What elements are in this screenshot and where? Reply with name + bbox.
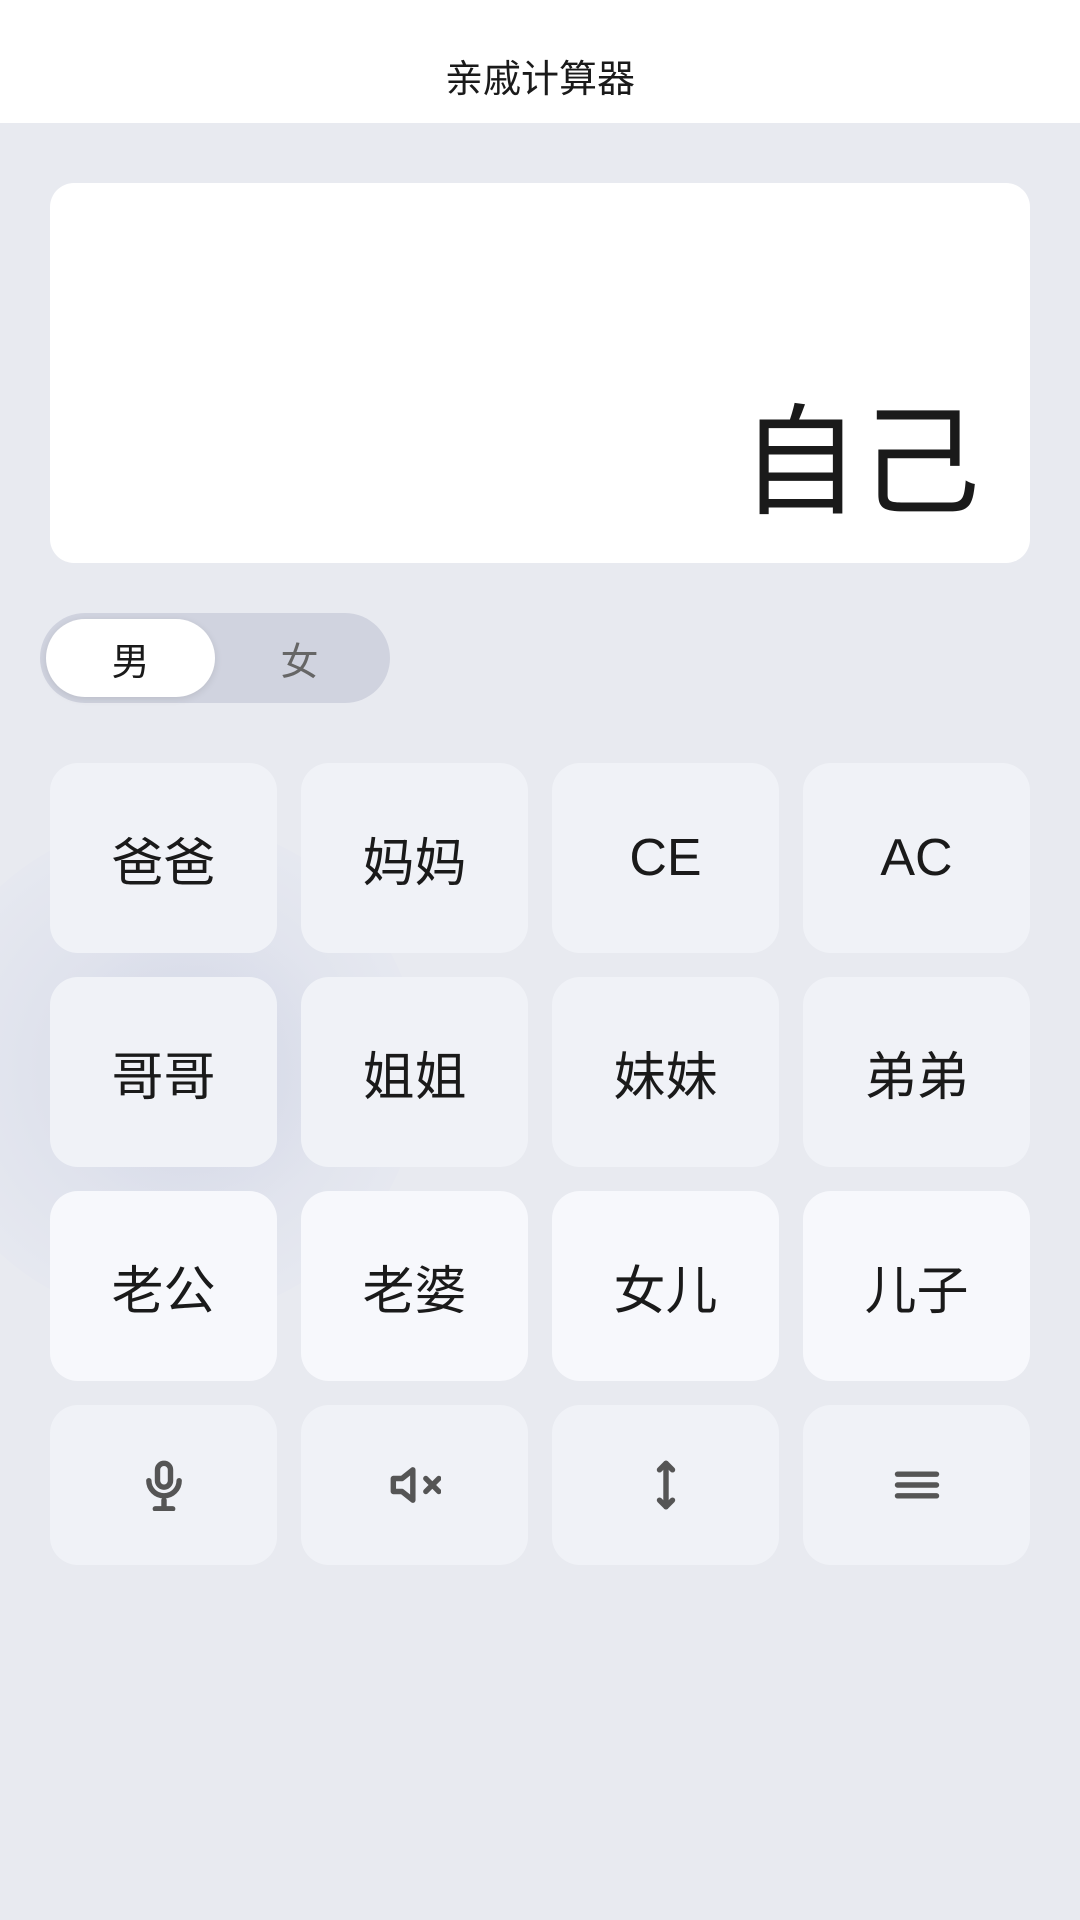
key-elder-sister-button[interactable]: 姐姐 (301, 977, 528, 1167)
key-younger-brother-button[interactable]: 弟弟 (803, 977, 1030, 1167)
mute-button[interactable] (301, 1405, 528, 1565)
key-daughter-button[interactable]: 女儿 (552, 1191, 779, 1381)
gender-male-button[interactable]: 男 (46, 619, 215, 697)
gender-toggle: 男 女 (40, 613, 390, 703)
key-wife-button[interactable]: 老婆 (301, 1191, 528, 1381)
bottom-bar (50, 1405, 1030, 1565)
key-ce-button[interactable]: CE (552, 763, 779, 953)
volume-off-icon (389, 1459, 441, 1511)
sort-button[interactable] (552, 1405, 779, 1565)
key-husband-button[interactable]: 老公 (50, 1191, 277, 1381)
display-value: 自己 (740, 403, 980, 523)
microphone-button[interactable] (50, 1405, 277, 1565)
sort-icon (640, 1459, 692, 1511)
keypad-grid: 爸爸 妈妈 CE AC 哥哥 姐姐 妹妹 弟弟 老公 老婆 (50, 763, 1030, 1381)
menu-button[interactable] (803, 1405, 1030, 1565)
key-father-button[interactable]: 爸爸 (50, 763, 277, 953)
mic-icon (138, 1459, 190, 1511)
app-header: 亲戚计算器 (0, 0, 1080, 123)
gender-female-button[interactable]: 女 (215, 619, 384, 697)
key-mother-button[interactable]: 妈妈 (301, 763, 528, 953)
key-elder-brother-button[interactable]: 哥哥 (50, 977, 277, 1167)
key-younger-sister-button[interactable]: 妹妹 (552, 977, 779, 1167)
key-son-button[interactable]: 儿子 (803, 1191, 1030, 1381)
main-content: 自己 男 女 爸爸 妈妈 CE AC 哥哥 姐姐 妹妹 弟弟 (0, 123, 1080, 1920)
app-title: 亲戚计算器 (445, 59, 635, 101)
menu-icon (891, 1459, 943, 1511)
key-ac-button[interactable]: AC (803, 763, 1030, 953)
display-panel: 自己 (50, 183, 1030, 563)
